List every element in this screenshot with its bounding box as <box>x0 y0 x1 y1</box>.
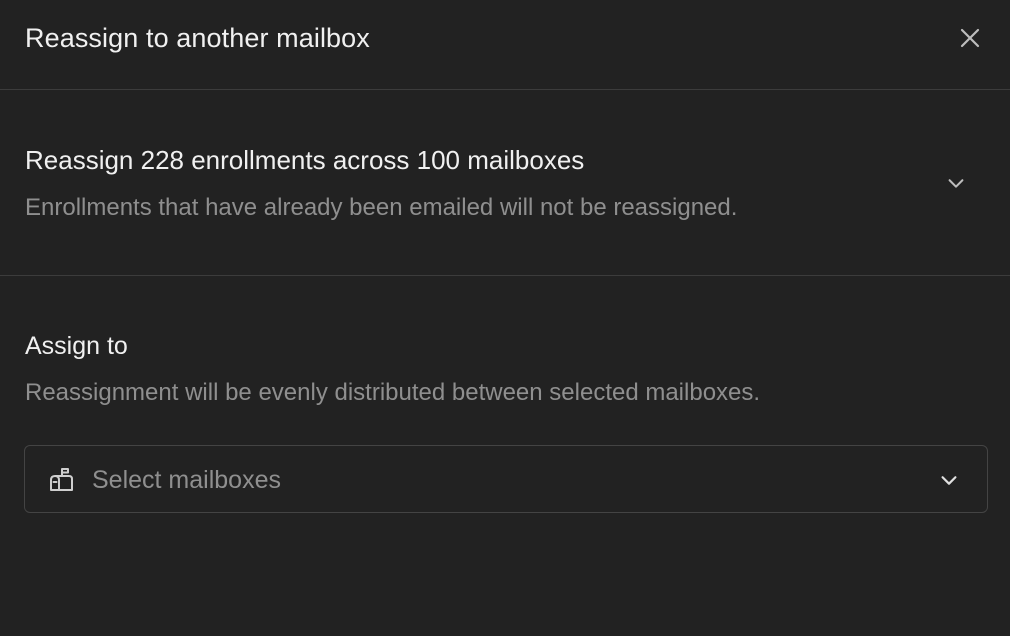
summary-title: Reassign 228 enrollments across 100 mail… <box>25 145 585 175</box>
close-button[interactable] <box>952 20 988 56</box>
chevron-down-icon <box>941 476 957 485</box>
mailbox-select-placeholder: Select mailboxes <box>92 466 281 494</box>
close-icon <box>960 28 980 48</box>
summary-subtitle: Enrollments that have already been email… <box>25 194 738 221</box>
summary-expand-button[interactable] <box>940 167 972 199</box>
chevron-down-icon <box>948 179 964 188</box>
dialog-header: Reassign to another mailbox <box>0 0 1010 90</box>
mailbox-icon <box>50 468 73 491</box>
mailbox-select-chevron[interactable] <box>935 466 963 494</box>
assign-to-label: Assign to <box>25 332 128 360</box>
dialog-title: Reassign to another mailbox <box>25 23 370 53</box>
mailbox-select[interactable]: Select mailboxes <box>24 445 988 513</box>
assign-help-text: Reassignment will be evenly distributed … <box>25 379 761 406</box>
reassign-summary: Reassign 228 enrollments across 100 mail… <box>0 90 1010 276</box>
